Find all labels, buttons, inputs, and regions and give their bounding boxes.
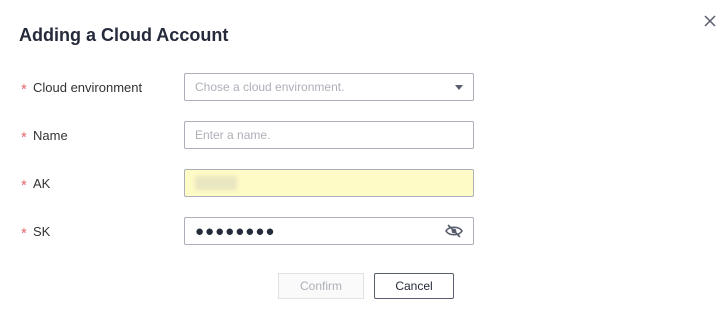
required-mark: * — [21, 176, 27, 194]
sk-label-row: * SK — [21, 217, 50, 245]
cloud-environment-label: Cloud environment — [33, 79, 143, 95]
ak-input[interactable] — [184, 169, 474, 197]
ak-label-row: * AK — [21, 169, 50, 197]
chevron-down-icon — [455, 84, 463, 90]
dialog-title: Adding a Cloud Account — [19, 25, 229, 45]
name-label-row: * Name — [21, 121, 68, 149]
ak-label: AK — [33, 175, 51, 191]
cloud-environment-select[interactable]: Chose a cloud environment. — [184, 73, 474, 101]
confirm-button[interactable]: Confirm — [278, 273, 364, 299]
eye-off-icon[interactable] — [445, 224, 463, 238]
name-input[interactable] — [185, 122, 473, 148]
close-icon[interactable] — [701, 12, 719, 30]
sk-label: SK — [33, 223, 51, 239]
sk-masked-value: ●●●●●●●● — [195, 222, 276, 240]
sk-input[interactable]: ●●●●●●●● — [184, 217, 474, 245]
name-label: Name — [33, 127, 68, 143]
required-mark: * — [21, 128, 27, 146]
cloud-environment-label-row: * Cloud environment — [21, 73, 142, 101]
required-mark: * — [21, 224, 27, 242]
required-mark: * — [21, 80, 27, 98]
ak-redacted-value — [195, 176, 237, 190]
name-field-wrapper — [184, 121, 474, 149]
cloud-environment-placeholder: Chose a cloud environment. — [195, 80, 345, 94]
cancel-button[interactable]: Cancel — [374, 273, 454, 299]
